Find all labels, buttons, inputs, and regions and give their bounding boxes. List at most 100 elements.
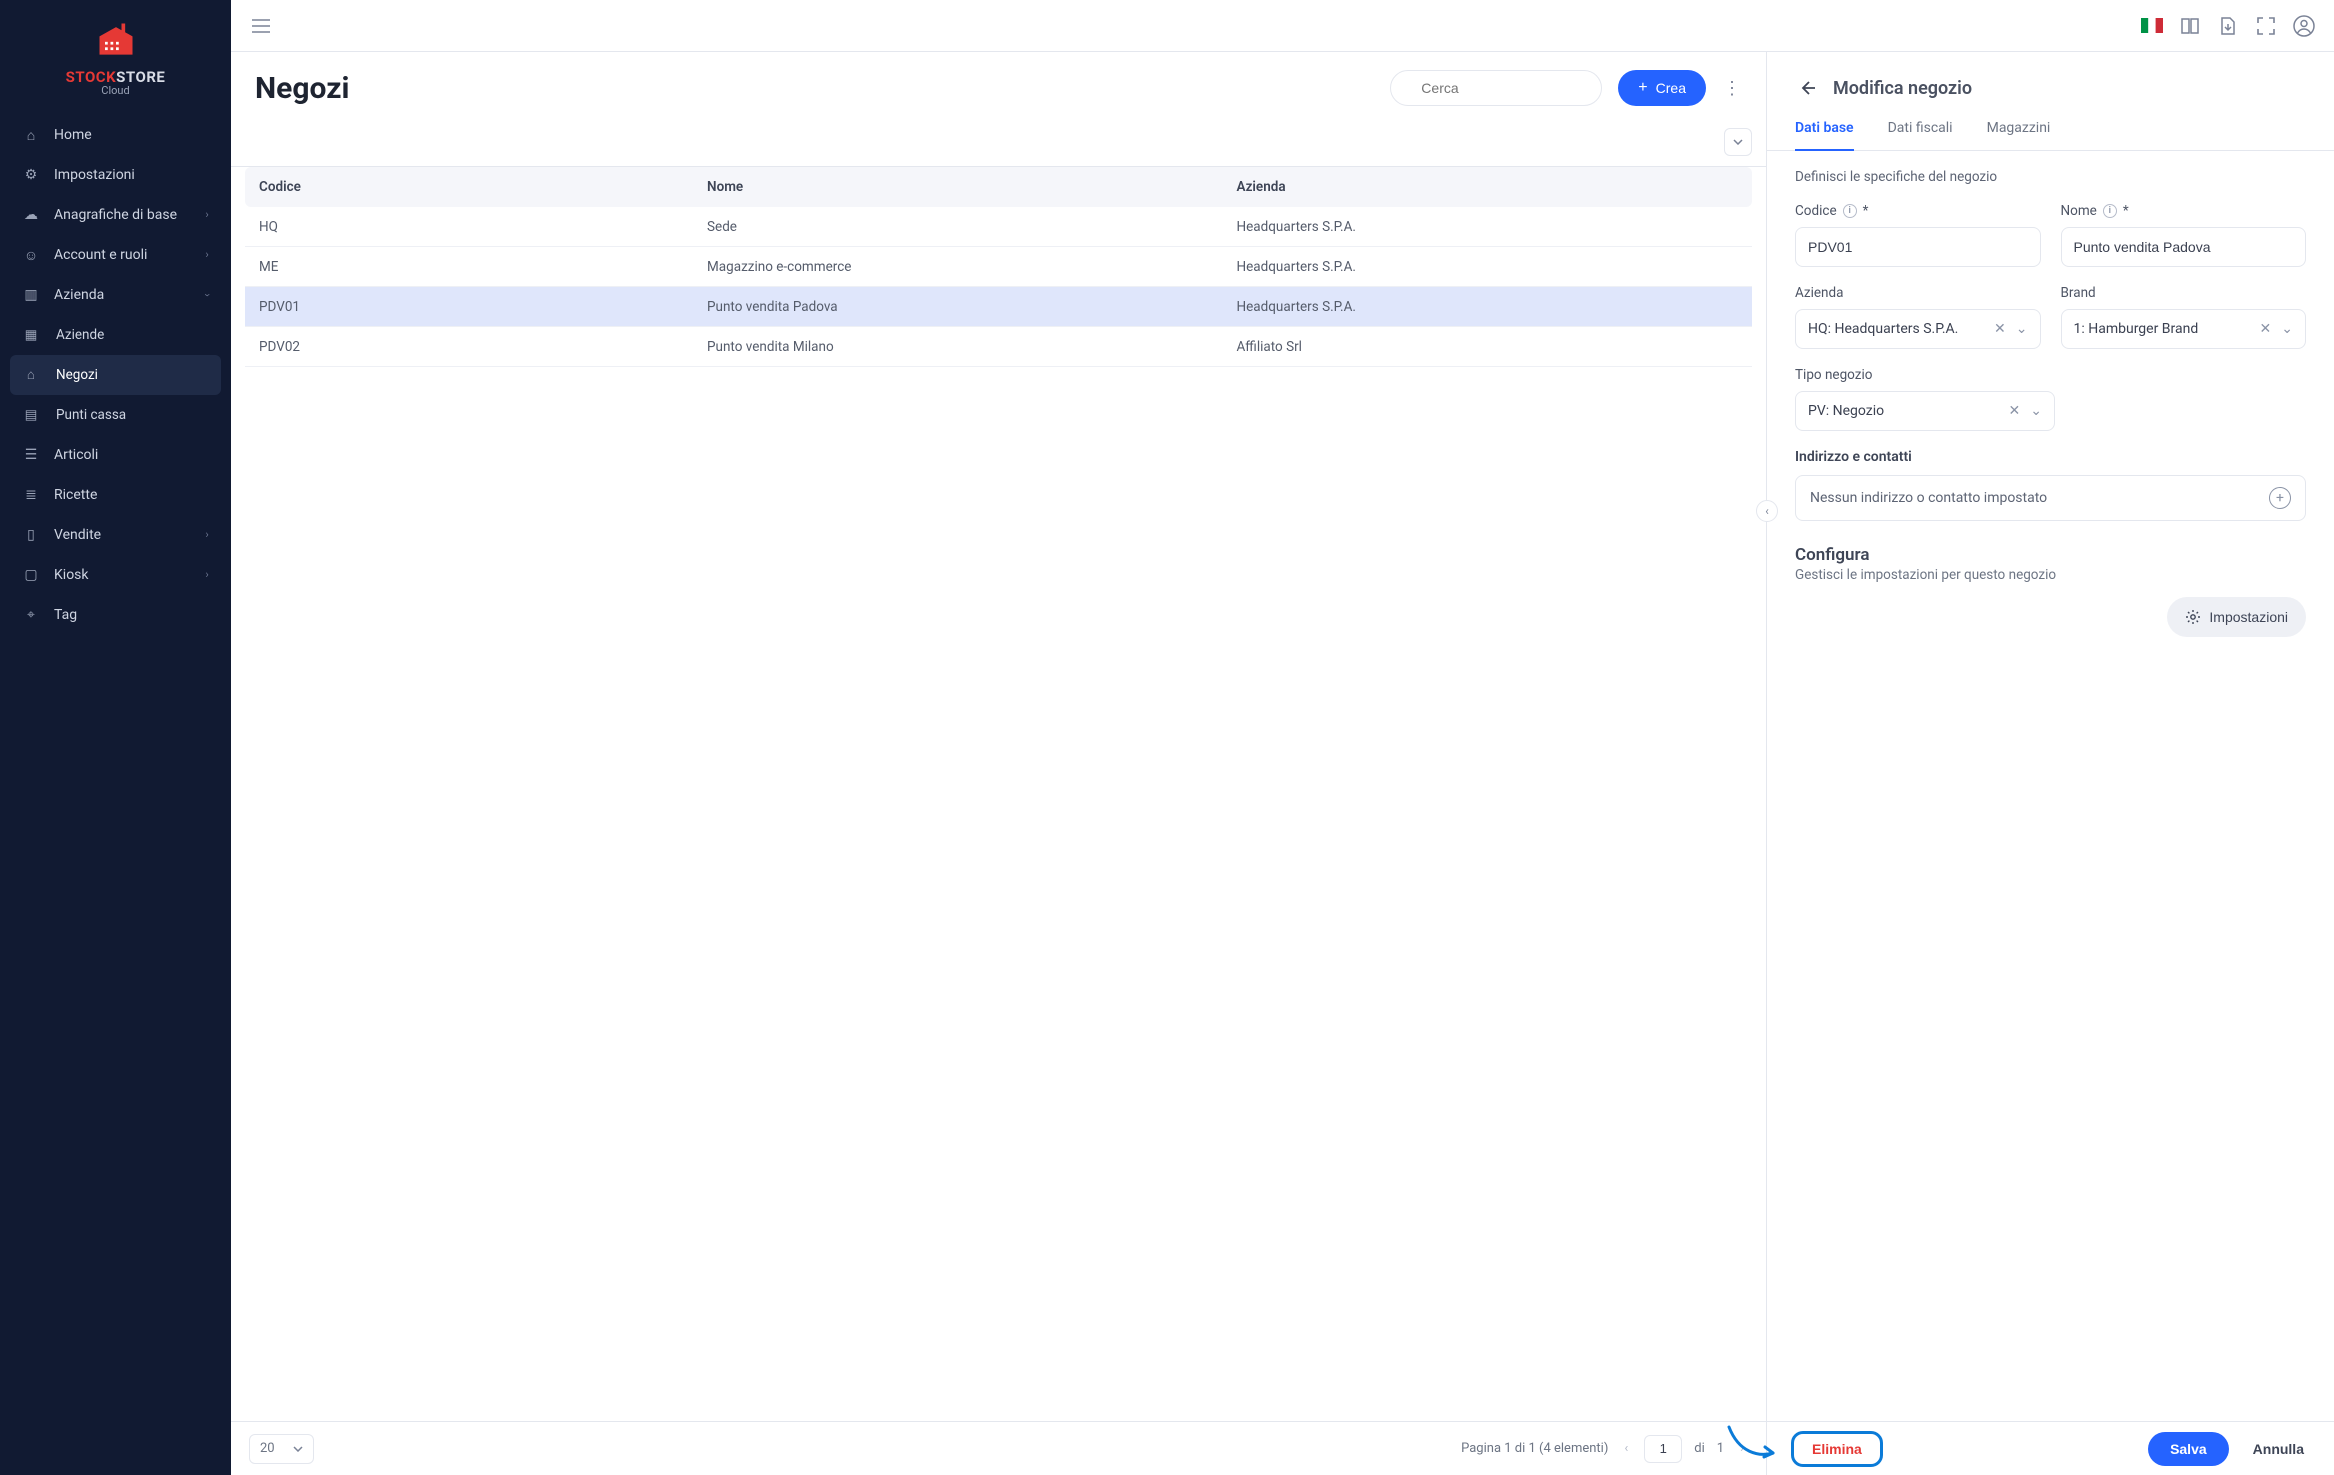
settings-button[interactable]: Impostazioni: [2167, 597, 2306, 637]
cell-code: HQ: [245, 219, 693, 235]
book-icon[interactable]: [2178, 14, 2202, 38]
page-size-select[interactable]: 20: [249, 1434, 314, 1464]
label-company: Azienda: [1795, 285, 2041, 301]
add-address-button[interactable]: +: [2269, 487, 2291, 509]
name-field[interactable]: [2061, 227, 2307, 267]
clear-icon[interactable]: ✕: [2260, 321, 2272, 337]
brand-value: 1: Hamburger Brand: [2074, 321, 2252, 337]
brand-subtitle: Cloud: [101, 84, 129, 97]
sidebar-item-sales[interactable]: ▯Vendite›: [0, 515, 231, 555]
more-button[interactable]: ⋮: [1722, 78, 1742, 99]
sidebar-item-settings[interactable]: ⚙Impostazioni: [0, 155, 231, 195]
hamburger-icon[interactable]: [249, 14, 273, 38]
table-row[interactable]: PDV01 Punto vendita Padova Headquarters …: [245, 287, 1752, 327]
sidebar-item-items[interactable]: ☰Articoli: [0, 435, 231, 475]
chevron-down-icon[interactable]: ⌄: [2030, 403, 2042, 419]
export-icon[interactable]: [2216, 14, 2240, 38]
topbar: [231, 0, 2334, 52]
chevron-right-icon: ›: [205, 529, 208, 542]
cancel-button[interactable]: Annulla: [2247, 1440, 2310, 1458]
chevron-left-icon: ‹: [1765, 504, 1769, 518]
sidebar-item-kiosk[interactable]: ▢Kiosk›: [0, 555, 231, 595]
flag-italy-icon[interactable]: [2140, 14, 2164, 38]
info-icon[interactable]: i: [2103, 204, 2117, 218]
sidebar-item-label: Impostazioni: [54, 167, 135, 183]
sidebar-item-recipes[interactable]: ≣Ricette: [0, 475, 231, 515]
home-icon: ⌂: [22, 127, 40, 144]
clear-icon[interactable]: ✕: [2009, 403, 2021, 419]
profile-icon[interactable]: [2292, 14, 2316, 38]
table-row[interactable]: PDV02 Punto vendita Milano Affiliato Srl: [245, 327, 1752, 367]
create-button[interactable]: + Crea: [1618, 70, 1706, 106]
sidebar-item-stores[interactable]: ⌂Negozi: [10, 355, 221, 395]
pos-icon: ▤: [22, 407, 40, 423]
sidebar-item-basedata[interactable]: ☁Anagrafiche di base›: [0, 195, 231, 235]
workspace: Negozi + Crea ⋮ Codice: [231, 52, 2334, 1475]
cell-company: Headquarters S.P.A.: [1223, 299, 1752, 315]
brand-logo: STOCKSTORE Cloud: [0, 0, 231, 107]
expand-filters-button[interactable]: [1724, 128, 1752, 156]
cell-name: Punto vendita Padova: [693, 299, 1222, 315]
fullscreen-icon[interactable]: [2254, 14, 2278, 38]
next-page-button[interactable]: ›: [1736, 1441, 1748, 1456]
search-input[interactable]: [1419, 79, 1604, 97]
delete-label: Elimina: [1812, 1441, 1862, 1457]
tab-warehouses[interactable]: Magazzini: [1987, 120, 2051, 150]
sidebar-item-companies[interactable]: ▦Aziende: [0, 315, 231, 355]
page-title: Negozi: [255, 71, 349, 106]
col-name[interactable]: Nome: [693, 179, 1222, 195]
gear-icon: [2185, 609, 2201, 625]
prev-page-button[interactable]: ‹: [1620, 1441, 1632, 1456]
stores-table: Codice Nome Azienda HQ Sede Headquarters…: [231, 167, 1766, 1421]
col-code[interactable]: Codice: [245, 179, 693, 195]
chevron-down-icon[interactable]: ⌄: [2016, 321, 2028, 337]
pager-summary: Pagina 1 di 1 (4 elementi): [1461, 1441, 1608, 1456]
chevron-down-icon[interactable]: ⌄: [2281, 321, 2293, 337]
tab-fiscal[interactable]: Dati fiscali: [1888, 120, 1953, 150]
buildings-icon: ▦: [22, 327, 40, 343]
sidebar: STOCKSTORE Cloud ⌂Home ⚙Impostazioni ☁An…: [0, 0, 231, 1475]
device-icon: ▢: [22, 567, 40, 583]
tray-icon: ☁: [22, 207, 40, 223]
chevron-right-icon: ›: [205, 209, 208, 222]
sidebar-item-label: Account e ruoli: [54, 247, 147, 263]
brand-select[interactable]: 1: Hamburger Brand ✕ ⌄: [2061, 309, 2307, 349]
sidebar-item-company[interactable]: ▥Azienda›: [0, 275, 231, 315]
config-heading: Configura: [1795, 545, 2306, 565]
clear-icon[interactable]: ✕: [1994, 321, 2006, 337]
label-brand: Brand: [2061, 285, 2307, 301]
label-type: Tipo negozio: [1795, 367, 2055, 383]
cell-name: Sede: [693, 219, 1222, 235]
delete-button[interactable]: Elimina: [1791, 1431, 1883, 1467]
list-header: Negozi + Crea ⋮: [231, 52, 1766, 128]
sidebar-item-accounts[interactable]: ☺Account e ruoli›: [0, 235, 231, 275]
form-hint: Definisci le specifiche del negozio: [1795, 169, 2306, 185]
tag-icon: ⌖: [22, 607, 40, 623]
plus-icon: +: [1638, 80, 1647, 96]
code-field[interactable]: [1795, 227, 2041, 267]
col-company[interactable]: Azienda: [1223, 179, 1752, 195]
company-select[interactable]: HQ: Headquarters S.P.A. ✕⌄: [1795, 309, 2041, 349]
logo-icon: [94, 18, 138, 62]
sidebar-item-pos[interactable]: ▤Punti cassa: [0, 395, 231, 435]
table-header-row: Codice Nome Azienda: [245, 167, 1752, 207]
table-row[interactable]: ME Magazzino e-commerce Headquarters S.P…: [245, 247, 1752, 287]
collapse-panel-button[interactable]: ‹: [1756, 500, 1778, 522]
type-select[interactable]: PV: Negozio ✕⌄: [1795, 391, 2055, 431]
label-code: Codice i *: [1795, 203, 2041, 219]
of-label: di: [1694, 1441, 1705, 1456]
info-icon[interactable]: i: [1843, 204, 1857, 218]
page-input[interactable]: [1644, 1435, 1682, 1463]
arrow-left-icon: [1797, 78, 1817, 98]
tab-basedata[interactable]: Dati base: [1795, 120, 1854, 150]
field-company: Azienda HQ: Headquarters S.P.A. ✕⌄: [1795, 285, 2041, 349]
back-button[interactable]: [1795, 76, 1819, 100]
chevron-down-icon: [1733, 139, 1743, 145]
save-button[interactable]: Salva: [2148, 1432, 2229, 1466]
sidebar-item-home[interactable]: ⌂Home: [0, 115, 231, 155]
table-row[interactable]: HQ Sede Headquarters S.P.A.: [245, 207, 1752, 247]
create-button-label: Crea: [1656, 80, 1686, 96]
address-box[interactable]: Nessun indirizzo o contatto impostato +: [1795, 475, 2306, 521]
sidebar-item-tag[interactable]: ⌖Tag: [0, 595, 231, 635]
search-input-wrap[interactable]: [1390, 70, 1602, 106]
